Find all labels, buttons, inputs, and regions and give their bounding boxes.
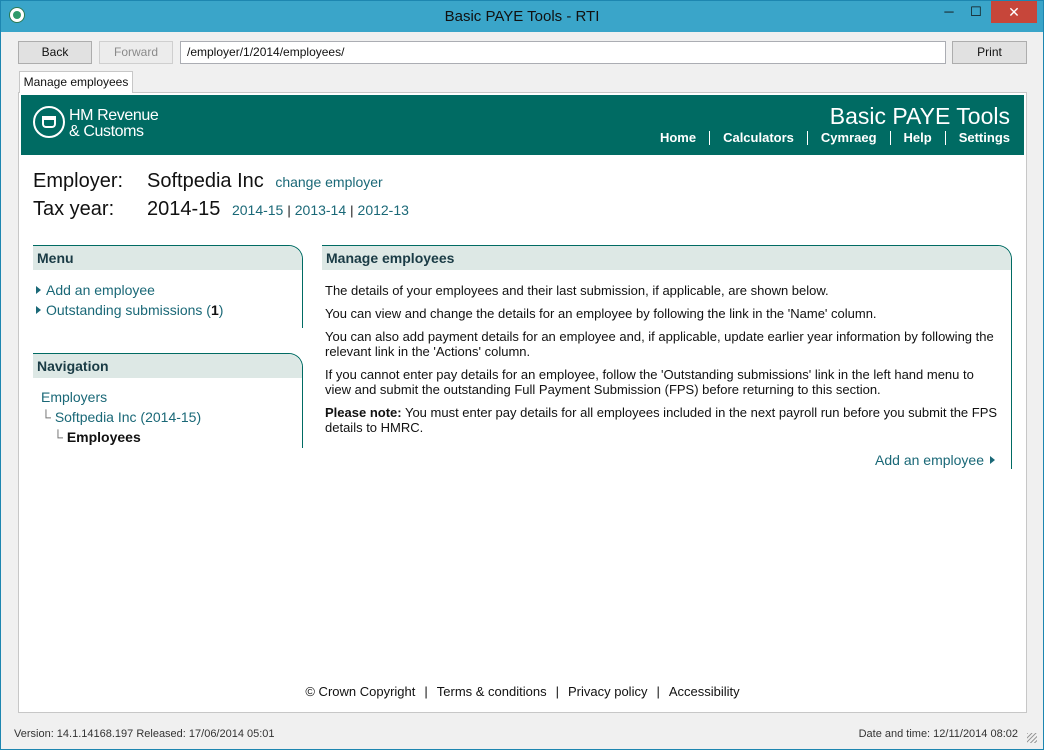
nav-help[interactable]: Help — [889, 131, 945, 145]
brand-title: Basic PAYE Tools — [829, 103, 1010, 129]
employer-label: Employer: — [33, 170, 124, 192]
menu-outstanding-submissions[interactable]: Outstanding submissions (1) — [36, 302, 223, 318]
tax-year-link-2013-14[interactable]: 2013-14 — [295, 202, 346, 218]
hmrc-logo: HM Revenue & Customs — [69, 107, 159, 140]
manage-employees-panel: Manage employees The details of your emp… — [322, 245, 1012, 469]
print-button[interactable]: Print — [952, 41, 1027, 64]
tab-manage-employees[interactable]: Manage employees — [19, 71, 133, 93]
logo-line-1: HM Revenue — [69, 107, 159, 124]
crown-crest-icon — [33, 106, 65, 138]
intro-paragraph-1: The details of your employees and their … — [325, 283, 829, 298]
site-header: HM Revenue & Customs Basic PAYE Tools Ho… — [21, 95, 1024, 155]
please-note-paragraph: Please note: You must enter pay details … — [325, 405, 998, 435]
nav-tree-employer-link[interactable]: Softpedia Inc (2014-15) — [55, 409, 201, 425]
address-field[interactable]: /employer/1/2014/employees/ — [180, 41, 946, 64]
minimize-button[interactable]: ─ — [936, 1, 962, 23]
footer-separator: | — [656, 684, 660, 699]
back-button[interactable]: Back — [18, 41, 92, 64]
application-window: Basic PAYE Tools - RTI ─ ☐ ✕ Back Forwar… — [0, 0, 1044, 750]
menu-title: Menu — [33, 246, 302, 270]
top-navigation: Home Calculators Cymraeg Help Settings — [647, 131, 1010, 145]
arrow-right-icon — [36, 286, 41, 294]
arrow-right-icon — [36, 306, 41, 314]
tax-year-link-2014-15[interactable]: 2014-15 — [232, 202, 283, 218]
menu-panel: Menu Add an employee Outstanding submiss… — [33, 245, 303, 328]
page-content: HM Revenue & Customs Basic PAYE Tools Ho… — [18, 92, 1027, 713]
navigation-panel: Navigation Employers └ Softpedia Inc (20… — [33, 353, 303, 448]
browser-toolbar: Back Forward /employer/1/2014/employees/… — [1, 32, 1043, 70]
logo-line-2: & Customs — [69, 123, 144, 140]
change-employer-link[interactable]: change employer — [275, 174, 382, 190]
tax-year-value: 2014-15 — [147, 198, 221, 220]
crown-copyright: © Crown Copyright — [305, 684, 416, 699]
nav-cymraeg[interactable]: Cymraeg — [806, 131, 890, 145]
nav-home[interactable]: Home — [647, 131, 709, 145]
date-time-info: Date and time: 12/11/2014 08:02 — [858, 728, 1018, 740]
add-employee-link[interactable]: Add an employee — [875, 452, 995, 468]
nav-tree-employer: └ Softpedia Inc (2014-15) — [41, 409, 201, 425]
footer-separator: | — [424, 684, 428, 699]
footer-terms-link[interactable]: Terms & conditions — [437, 684, 547, 699]
year-separator: | — [287, 203, 291, 218]
title-bar: Basic PAYE Tools - RTI ─ ☐ ✕ — [1, 1, 1043, 32]
nav-tree-current: └ Employees — [53, 429, 141, 445]
nav-tree-employees: Employees — [66, 429, 141, 445]
maximize-button[interactable]: ☐ — [963, 1, 989, 23]
tree-branch-icon: └ — [53, 429, 63, 445]
nav-settings[interactable]: Settings — [944, 131, 1010, 145]
footer-privacy-link[interactable]: Privacy policy — [568, 684, 647, 699]
tree-branch-icon: └ — [41, 409, 51, 425]
intro-paragraph-4: If you cannot enter pay details for an e… — [325, 367, 974, 397]
nav-tree-employers[interactable]: Employers — [41, 389, 107, 405]
arrow-right-icon — [990, 456, 995, 464]
version-info: Version: 14.1.14168.197 Released: 17/06/… — [14, 728, 275, 740]
tax-year-label: Tax year: — [33, 198, 115, 220]
main-title: Manage employees — [322, 246, 1011, 270]
intro-paragraph-3: You can also add payment details for an … — [325, 329, 994, 359]
employer-name: Softpedia Inc — [147, 170, 264, 192]
navigation-title: Navigation — [33, 354, 302, 378]
nav-calculators[interactable]: Calculators — [709, 131, 807, 145]
tax-year-link-2012-13[interactable]: 2012-13 — [358, 202, 409, 218]
employer-summary: Employer: Softpedia Inc change employer T… — [33, 170, 409, 221]
year-separator: | — [350, 203, 354, 218]
intro-paragraph-2: You can view and change the details for … — [325, 306, 877, 321]
resize-grip-icon[interactable] — [1027, 733, 1037, 743]
status-bar: Version: 14.1.14168.197 Released: 17/06/… — [1, 725, 1043, 749]
close-button[interactable]: ✕ — [991, 1, 1037, 23]
footer-accessibility-link[interactable]: Accessibility — [669, 684, 740, 699]
footer-separator: | — [555, 684, 559, 699]
window-title: Basic PAYE Tools - RTI — [444, 8, 600, 25]
forward-button[interactable]: Forward — [99, 41, 173, 64]
page-footer: © Crown Copyright | Terms & conditions | Pri… — [19, 684, 1026, 699]
menu-add-employee[interactable]: Add an employee — [36, 282, 155, 298]
